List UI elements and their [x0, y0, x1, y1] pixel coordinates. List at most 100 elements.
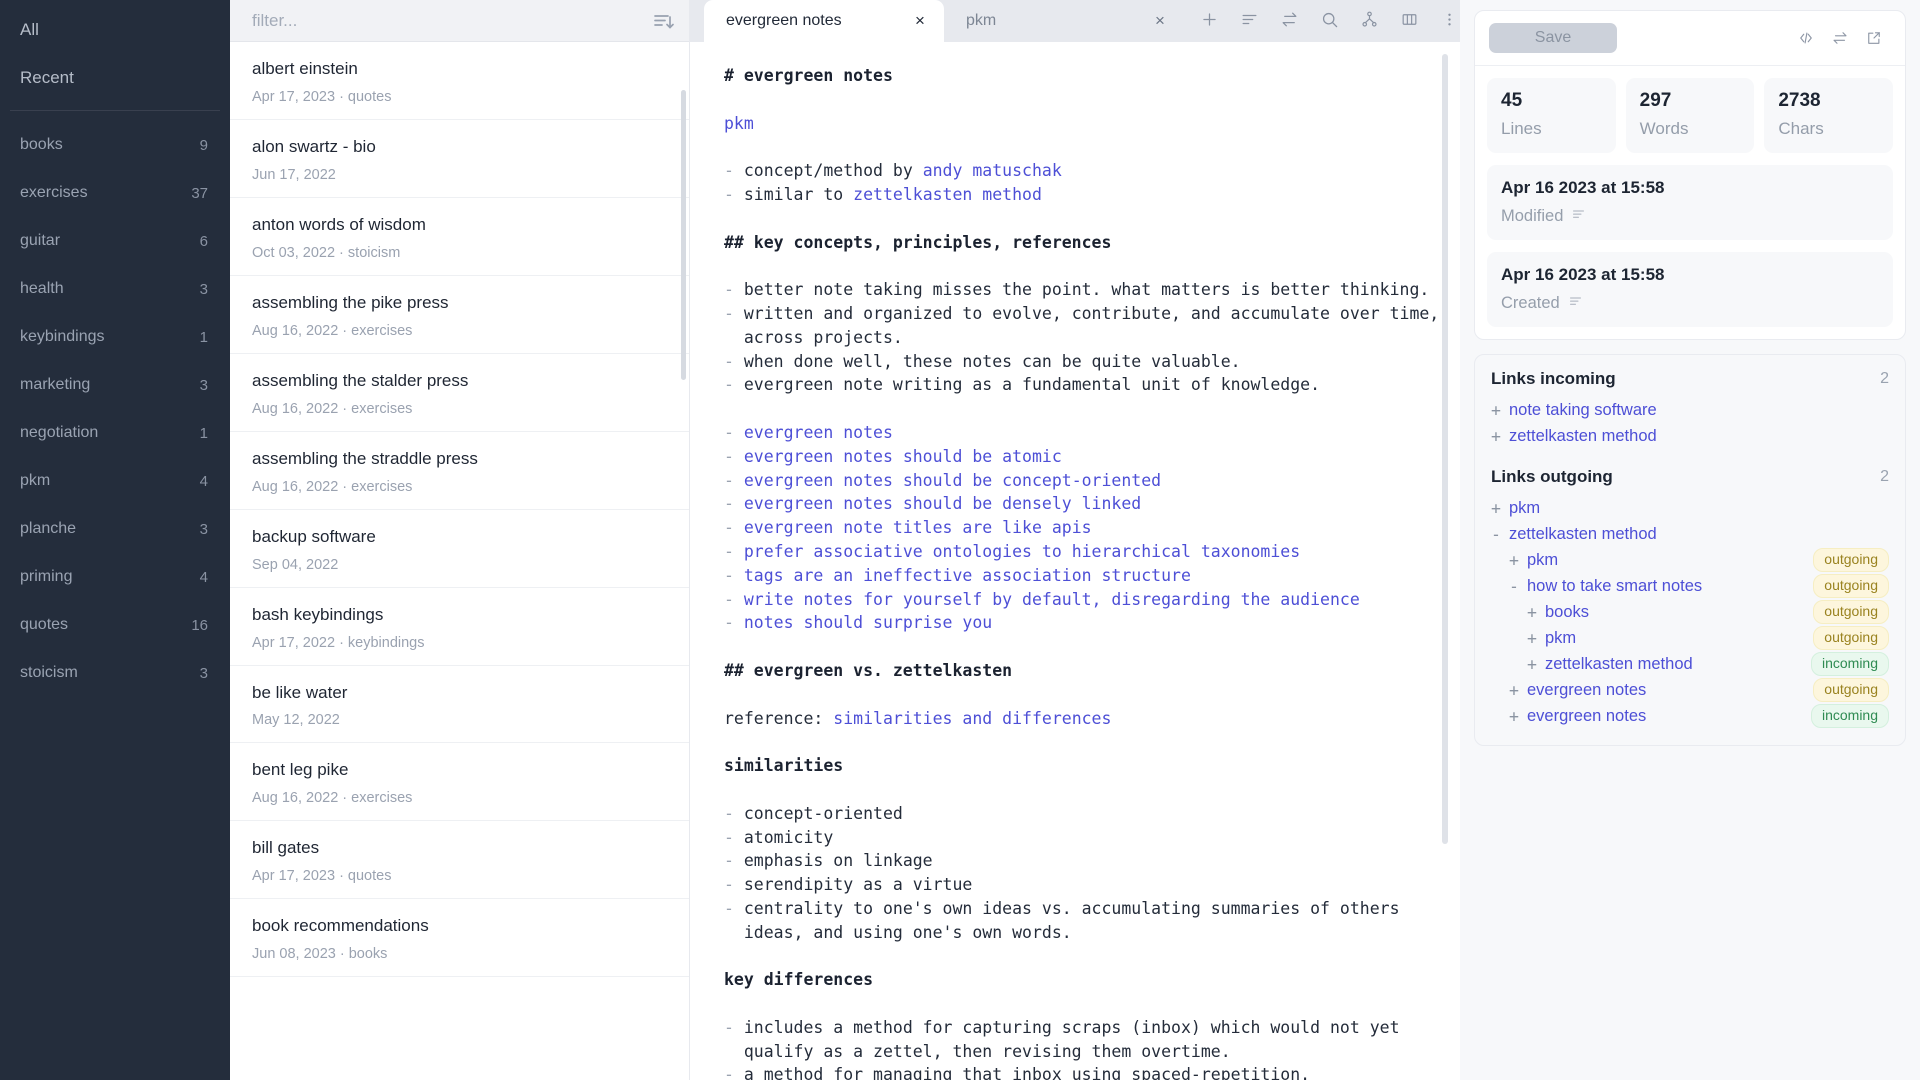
note-link[interactable]: prefer associative ontologies to hierarc… [744, 542, 1300, 561]
list-item[interactable]: anton words of wisdom Oct 03, 2022 · stoi… [230, 198, 689, 276]
note-link[interactable]: notes should surprise you [744, 613, 992, 632]
plus-icon[interactable] [1192, 4, 1226, 34]
filter-input[interactable] [252, 10, 651, 31]
sidebar-item-quotes[interactable]: quotes 16 [0, 601, 230, 649]
code-icon[interactable] [1789, 24, 1823, 52]
link-name[interactable]: zettelkasten method [1509, 525, 1657, 544]
list-item[interactable]: bill gates Apr 17, 2023 · quotes [230, 821, 689, 900]
link-name[interactable]: evergreen notes [1527, 707, 1646, 726]
markdown-editor[interactable]: # evergreen notes pkm - concept/method b… [690, 42, 1460, 1080]
expand-icon[interactable]: + [1509, 551, 1527, 570]
expand-icon[interactable]: + [1527, 655, 1545, 674]
collapse-icon[interactable]: - [1509, 577, 1527, 596]
expand-icon[interactable]: + [1527, 603, 1545, 622]
editor-scrollbar[interactable] [1442, 54, 1448, 844]
note-link[interactable]: write notes for yourself by default, dis… [744, 590, 1360, 609]
link-row[interactable]: + evergreen notes outgoing [1491, 677, 1889, 703]
sidebar-item-exercises[interactable]: exercises 37 [0, 169, 230, 217]
sidebar-item-marketing[interactable]: marketing 3 [0, 361, 230, 409]
note-link[interactable]: evergreen notes [744, 423, 893, 442]
note-link[interactable]: andy matuschak [923, 161, 1062, 180]
list-item[interactable]: backup software Sep 04, 2022 [230, 510, 689, 588]
line-text: when done well, these notes can be quite… [743, 351, 1241, 371]
link-row[interactable]: + pkm [1491, 495, 1889, 521]
close-icon[interactable]: × [910, 11, 930, 31]
link-row[interactable]: + zettelkasten method incoming [1491, 651, 1889, 677]
external-link-icon[interactable] [1857, 24, 1891, 52]
link-name[interactable]: books [1545, 603, 1589, 622]
expand-icon[interactable]: + [1509, 681, 1527, 700]
save-button[interactable]: Save [1489, 23, 1617, 53]
note-link[interactable]: zettelkasten method [853, 185, 1042, 204]
link-row[interactable]: - zettelkasten method [1491, 521, 1889, 547]
sidebar-item-all[interactable]: All [0, 6, 230, 54]
expand-icon[interactable]: + [1527, 629, 1545, 648]
list-item[interactable]: bash keybindings Apr 17, 2022 · keybindin… [230, 588, 689, 666]
sidebar-item-negotiation[interactable]: negotiation 1 [0, 409, 230, 457]
note-link[interactable]: evergreen notes should be concept-orient… [744, 471, 1161, 490]
link-name[interactable]: how to take smart notes [1527, 577, 1702, 596]
sidebar-item-guitar[interactable]: guitar 6 [0, 217, 230, 265]
link-row[interactable]: + pkm outgoing [1491, 625, 1889, 651]
swap-icon[interactable] [1272, 4, 1306, 34]
link-row[interactable]: + books outgoing [1491, 599, 1889, 625]
link-row[interactable]: + pkm outgoing [1491, 547, 1889, 573]
sidebar-item-health[interactable]: health 3 [0, 265, 230, 313]
lines-icon[interactable] [1568, 293, 1583, 313]
link-name[interactable]: pkm [1545, 629, 1576, 648]
link-row[interactable]: + zettelkasten method [1491, 423, 1889, 449]
bullet-marker: - [724, 541, 744, 561]
link-row[interactable]: + evergreen notes incoming [1491, 703, 1889, 729]
sidebar-item-books[interactable]: books 9 [0, 121, 230, 169]
swap-icon[interactable] [1823, 24, 1857, 52]
sort-descending-icon[interactable] [651, 9, 675, 33]
link-name[interactable]: pkm [1527, 551, 1558, 570]
sidebar-item-keybindings[interactable]: keybindings 1 [0, 313, 230, 361]
link-name[interactable]: note taking software [1509, 401, 1657, 420]
tab-pkm[interactable]: pkm × [944, 0, 1184, 42]
sidebar-item-priming[interactable]: priming 4 [0, 553, 230, 601]
collapse-icon[interactable]: - [1491, 525, 1509, 544]
link-name[interactable]: zettelkasten method [1509, 427, 1657, 446]
stat-words: 297 Words [1625, 78, 1755, 153]
more-vertical-icon[interactable] [1432, 4, 1466, 34]
list-item[interactable]: albert einstein Apr 17, 2023 · quotes [230, 42, 689, 120]
stat-value: 2738 [1778, 90, 1821, 111]
note-list-scrollbar[interactable] [681, 90, 686, 380]
expand-icon[interactable]: + [1491, 401, 1509, 420]
graph-icon[interactable] [1352, 4, 1386, 34]
note-list-scroll-area[interactable]: albert einstein Apr 17, 2023 · quotes alon… [230, 42, 689, 1080]
close-icon[interactable]: × [1150, 11, 1170, 31]
expand-icon[interactable]: + [1491, 499, 1509, 518]
search-icon[interactable] [1312, 4, 1346, 34]
list-item[interactable]: assembling the straddle press Aug 16, 202… [230, 432, 689, 510]
note-link[interactable]: similarities and differences [833, 709, 1111, 728]
columns-icon[interactable] [1392, 4, 1426, 34]
note-link[interactable]: pkm [724, 114, 754, 133]
line-text: reference: [724, 708, 834, 728]
list-item[interactable]: alon swartz - bio Jun 17, 2022 [230, 120, 689, 198]
note-link[interactable]: tags are an ineffective association stru… [744, 566, 1191, 585]
note-link[interactable]: evergreen note titles are like apis [744, 518, 1092, 537]
lines-icon[interactable] [1232, 4, 1266, 34]
list-item[interactable]: bent leg pike Aug 16, 2022 · exercises [230, 743, 689, 822]
list-item[interactable]: be like water May 12, 2022 [230, 666, 689, 744]
list-item[interactable]: assembling the stalder press Aug 16, 2022… [230, 354, 689, 432]
link-row[interactable]: - how to take smart notes outgoing [1491, 573, 1889, 599]
sidebar-item-planche[interactable]: planche 3 [0, 505, 230, 553]
expand-icon[interactable]: + [1491, 427, 1509, 446]
sidebar-item-recent[interactable]: Recent [0, 54, 230, 102]
sidebar-item-stoicism[interactable]: stoicism 3 [0, 649, 230, 697]
list-item[interactable]: assembling the pike press Aug 16, 2022 · … [230, 276, 689, 354]
tab-evergreen-notes[interactable]: evergreen notes × [704, 0, 944, 42]
sidebar-item-pkm[interactable]: pkm 4 [0, 457, 230, 505]
note-link[interactable]: evergreen notes should be atomic [744, 447, 1062, 466]
link-row[interactable]: + note taking software [1491, 397, 1889, 423]
link-name[interactable]: zettelkasten method [1545, 655, 1693, 674]
lines-icon[interactable] [1571, 206, 1586, 226]
link-name[interactable]: evergreen notes [1527, 681, 1646, 700]
note-link[interactable]: evergreen notes should be densely linked [744, 494, 1141, 513]
list-item[interactable]: book recommendations Jun 08, 2023 · books [230, 899, 689, 978]
link-name[interactable]: pkm [1509, 499, 1540, 518]
expand-icon[interactable]: + [1509, 707, 1527, 726]
